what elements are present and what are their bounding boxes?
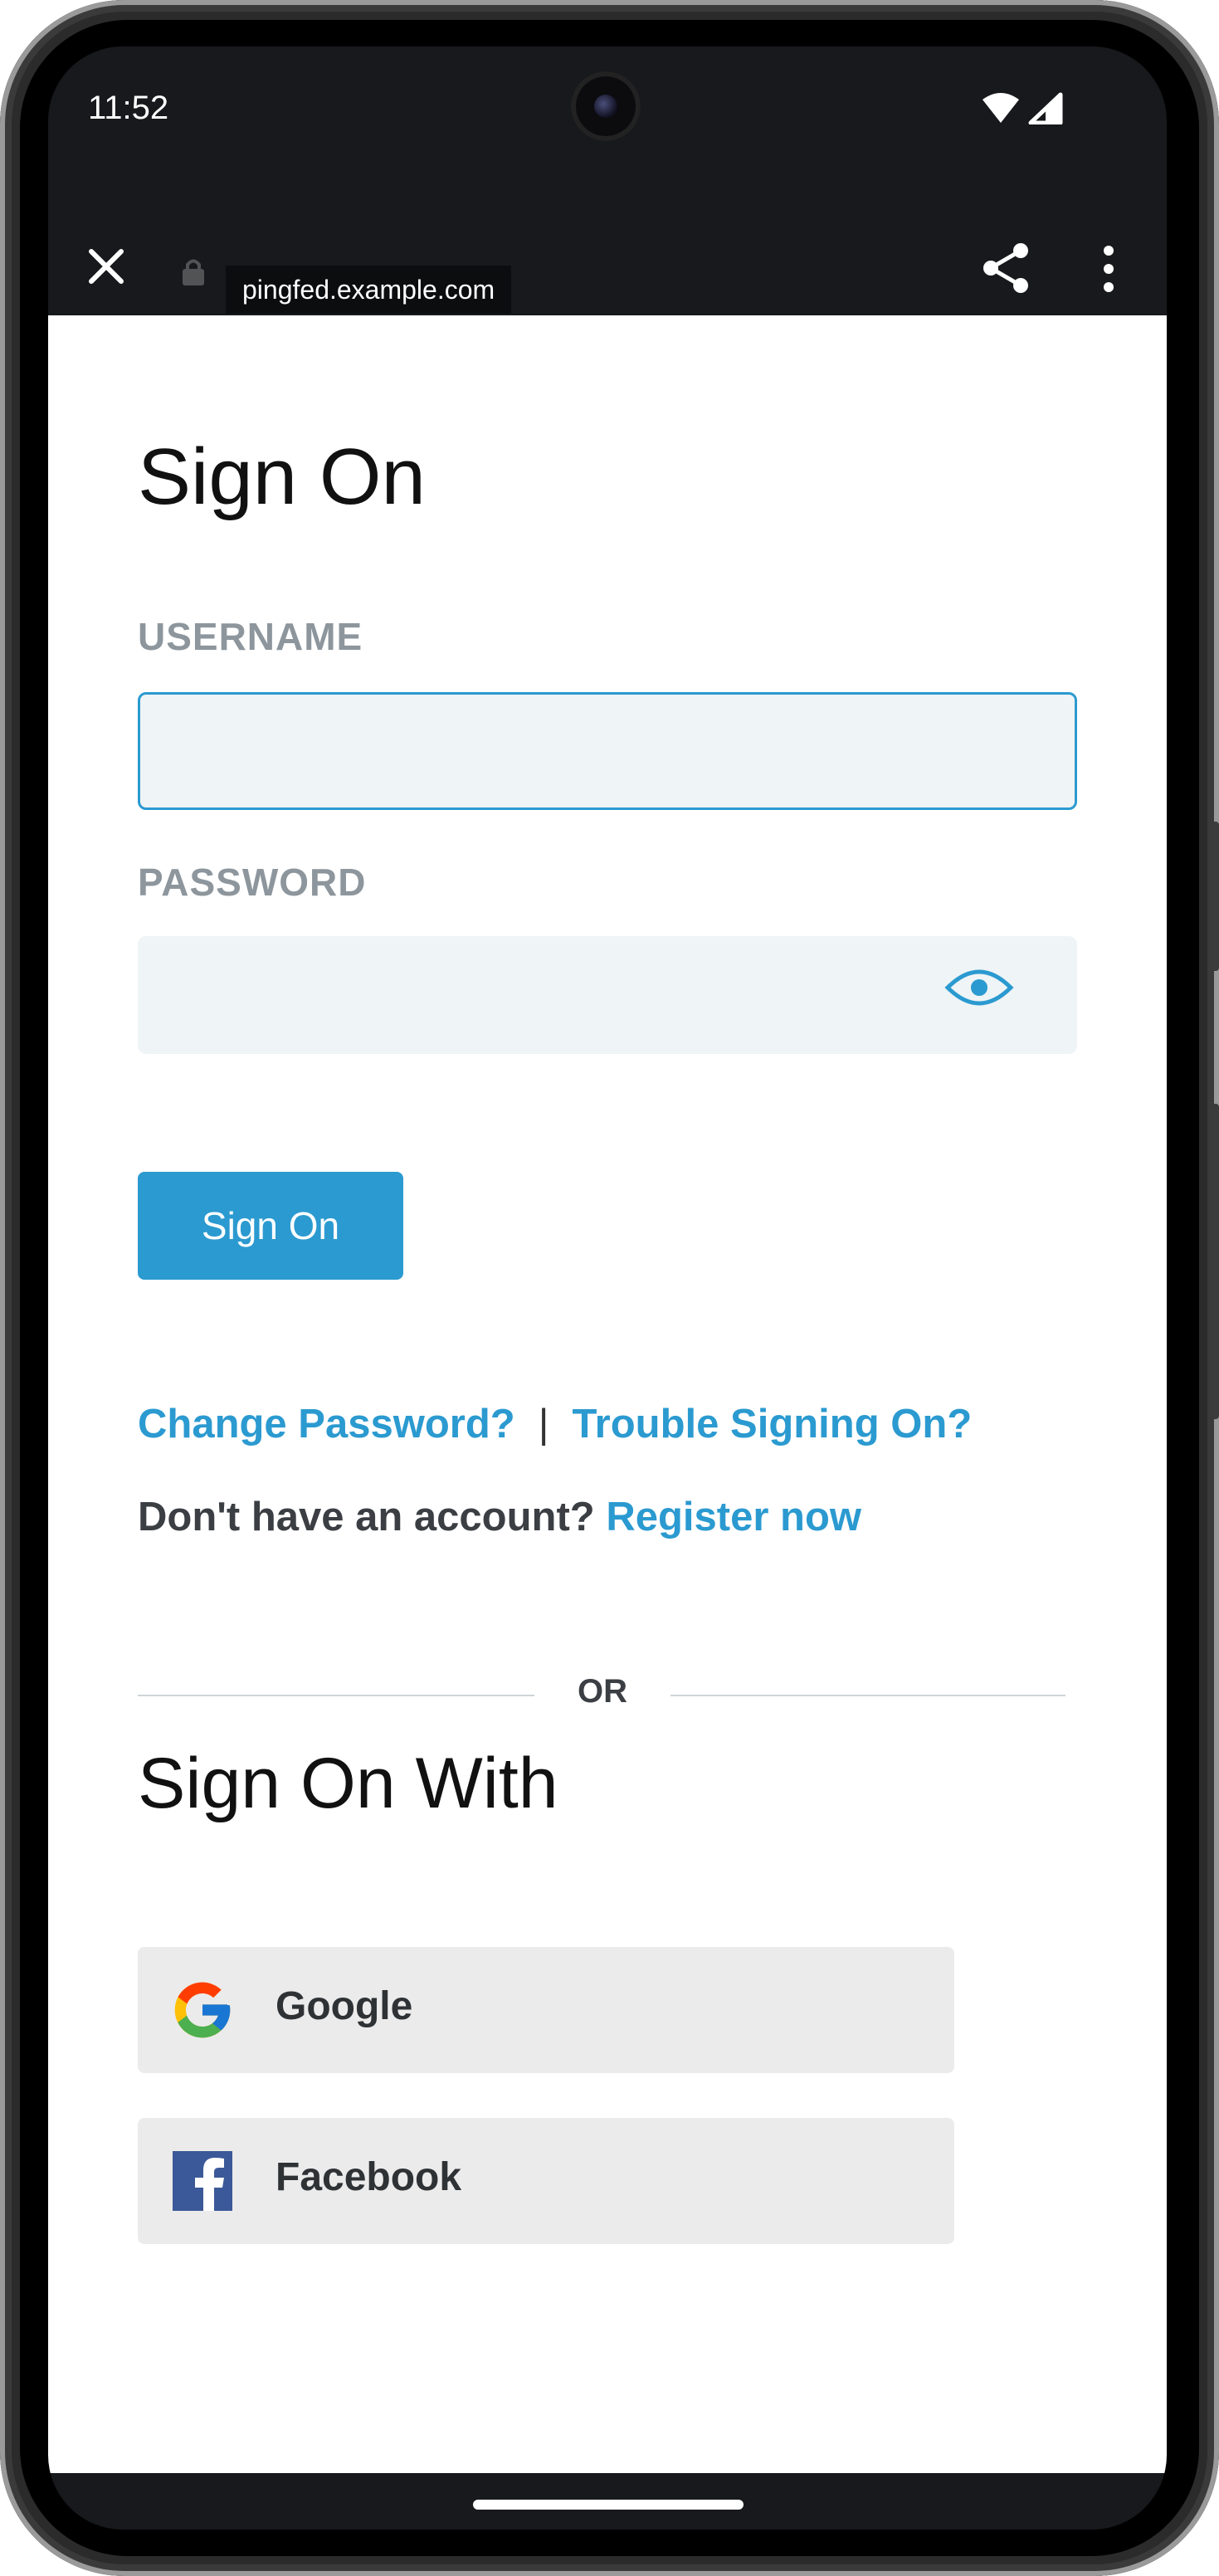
phone-frame: 11:52 pingfed.example.com Sign On USERNA… <box>0 0 1219 2576</box>
google-sign-on-button[interactable]: Google <box>138 1947 954 2073</box>
no-account-text: Don't have an account? <box>138 1495 595 1539</box>
more-options-icon[interactable] <box>1092 244 1125 294</box>
close-icon[interactable] <box>81 242 131 291</box>
web-page: Sign On USERNAME PASSWORD Sign On Change… <box>48 315 1167 2473</box>
wifi-icon <box>983 93 1019 123</box>
divider-left <box>138 1695 534 1696</box>
bezel: 11:52 pingfed.example.com Sign On USERNA… <box>20 20 1199 2556</box>
change-password-link[interactable]: Change Password? <box>138 1402 515 1447</box>
screen: 11:52 pingfed.example.com Sign On USERNA… <box>48 46 1167 2530</box>
or-divider-text: OR <box>578 1673 627 1710</box>
password-input[interactable] <box>138 936 1077 1054</box>
url-bar[interactable]: pingfed.example.com <box>226 266 512 314</box>
link-separator: | <box>538 1402 549 1447</box>
front-camera <box>571 71 641 141</box>
facebook-label: Facebook <box>275 2155 462 2199</box>
google-icon <box>174 1982 231 2038</box>
google-label: Google <box>275 1984 413 2028</box>
sign-on-button[interactable]: Sign On <box>138 1172 403 1280</box>
register-line: Don't have an account? Register now <box>138 1494 861 1540</box>
power-button <box>1211 822 1219 971</box>
volume-button <box>1211 1104 1219 1419</box>
sign-on-with-title: Sign On With <box>138 1744 558 1823</box>
divider-right <box>670 1695 1065 1696</box>
share-icon[interactable] <box>978 239 1036 297</box>
trouble-signing-on-link[interactable]: Trouble Signing On? <box>572 1402 972 1447</box>
status-bar: 11:52 <box>48 46 1167 179</box>
cell-signal-icon <box>1028 92 1063 124</box>
navigation-bar <box>48 2473 1167 2530</box>
username-input[interactable] <box>138 692 1077 810</box>
help-links: Change Password? | Trouble Signing On? <box>138 1401 972 1447</box>
password-label: PASSWORD <box>138 861 367 904</box>
register-now-link[interactable]: Register now <box>606 1495 861 1539</box>
show-password-eye-icon[interactable] <box>944 963 1014 1012</box>
username-label: USERNAME <box>138 615 363 658</box>
facebook-sign-on-button[interactable]: Facebook <box>138 2118 954 2244</box>
facebook-icon <box>173 2151 232 2211</box>
lock-icon <box>183 259 204 285</box>
home-indicator[interactable] <box>473 2500 744 2510</box>
status-time: 11:52 <box>88 90 169 126</box>
page-title: Sign On <box>138 432 426 521</box>
